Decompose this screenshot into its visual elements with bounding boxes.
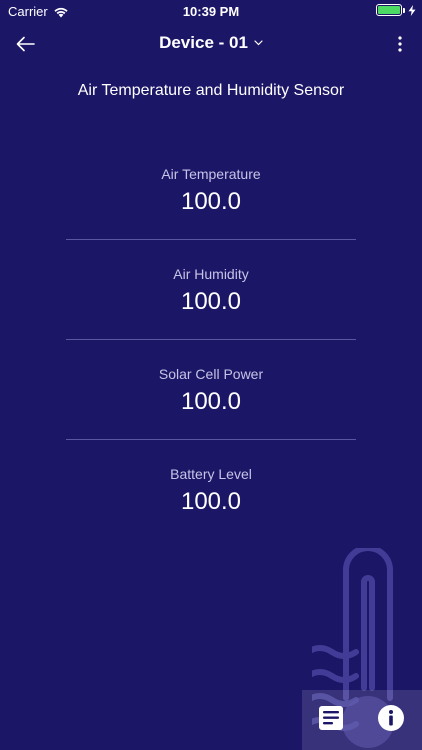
device-screen: Carrier 10:39 PM Device - 01 Air Tempera… — [0, 0, 422, 750]
reading-value: 100.0 — [180, 188, 242, 215]
nav-bar: Device - 01 — [0, 22, 422, 66]
reading-battery-level: Battery Level 100.0 — [66, 440, 356, 539]
sensor-title: Air Temperature and Humidity Sensor — [77, 82, 345, 99]
reading-air-humidity: Air Humidity 100.0 — [66, 240, 356, 339]
battery-fill — [378, 6, 400, 14]
reading-value: 100.0 — [180, 388, 242, 415]
reading-label: Solar Cell Power — [158, 366, 264, 382]
reading-value: 100.0 — [180, 288, 242, 315]
reading-value: 100.0 — [180, 488, 242, 515]
status-time: 10:39 PM — [182, 4, 240, 19]
reading-air-temperature: Air Temperature 100.0 — [66, 140, 356, 239]
status-bar: Carrier 10:39 PM — [0, 0, 422, 22]
reading-label: Battery Level — [170, 466, 252, 482]
bottom-action-panel — [302, 690, 422, 750]
info-icon[interactable] — [377, 704, 405, 732]
battery-cap — [403, 7, 405, 13]
charging-bolt-icon — [408, 4, 416, 16]
reading-label: Air Humidity — [173, 266, 249, 282]
reading-label: Air Temperature — [161, 166, 261, 182]
readings-list: Air Temperature 100.0 Air Humidity 100.0… — [66, 140, 356, 539]
chevron-down-icon — [254, 40, 263, 46]
battery-icon — [376, 4, 402, 16]
device-selector[interactable]: Device - 01 — [0, 33, 422, 53]
battery-indicator — [376, 4, 416, 16]
more-options-button[interactable] — [390, 30, 410, 58]
vertical-dots-icon — [398, 36, 402, 52]
nav-title: Device - 01 — [159, 33, 248, 52]
reading-solar-cell-power: Solar Cell Power 100.0 — [66, 340, 356, 439]
document-icon[interactable] — [318, 705, 344, 731]
